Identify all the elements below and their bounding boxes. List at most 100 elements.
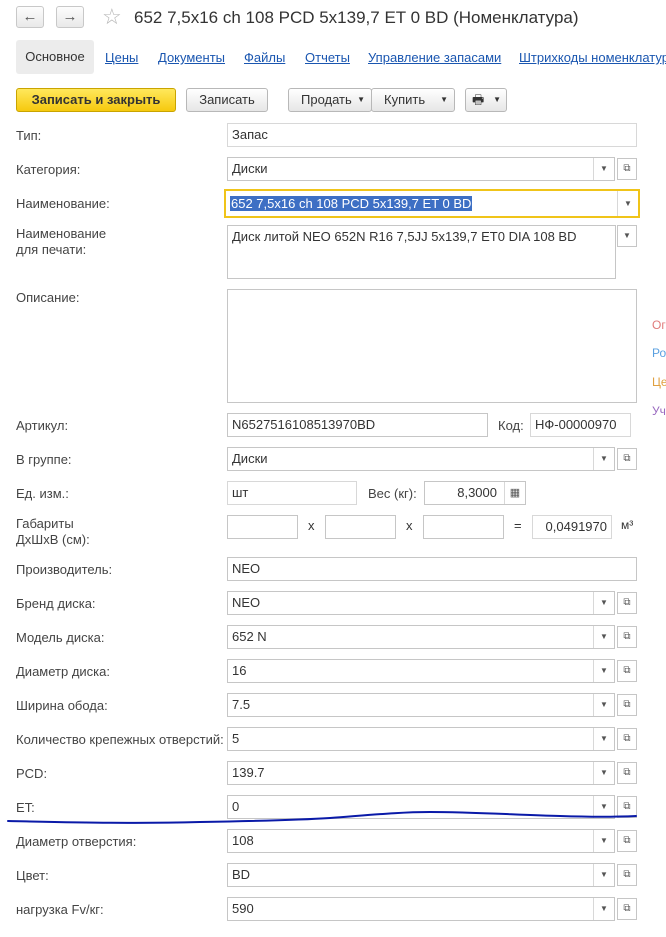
rim-width-value: 7.5 <box>232 697 251 712</box>
chevron-down-icon[interactable]: ▼ <box>593 660 614 682</box>
load-label: нагрузка Fv/кг: <box>16 902 104 917</box>
volume-field: 0,0491970 <box>532 515 612 539</box>
tab-documents[interactable]: Документы <box>158 50 225 65</box>
width-field[interactable] <box>325 515 396 539</box>
tab-barcodes[interactable]: Штрихкоды номенклатур <box>519 50 666 65</box>
print-button[interactable]: 🖶 ▼ <box>465 88 507 112</box>
volume-unit: м³ <box>621 518 634 532</box>
pcd-label: PCD: <box>16 766 48 781</box>
chevron-down-icon: ▼ <box>493 95 501 104</box>
category-field[interactable]: Диски ▼ <box>227 157 615 181</box>
tab-bar: Основное Цены Документы Файлы Отчеты Упр… <box>16 40 666 74</box>
forward-button[interactable]: → <box>56 6 84 28</box>
color-value: BD <box>232 867 251 882</box>
sell-label: Продать <box>301 92 352 107</box>
color-field[interactable]: BD ▼ <box>227 863 615 887</box>
tab-reports[interactable]: Отчеты <box>305 50 350 65</box>
chevron-down-icon[interactable]: ▼ <box>617 191 638 216</box>
open-icon[interactable]: ⧉ <box>617 762 637 784</box>
chevron-down-icon[interactable]: ▼ <box>593 694 614 716</box>
diameter-value: 16 <box>232 663 247 678</box>
arrow-right-icon: → <box>62 8 78 25</box>
hole-diameter-value: 108 <box>232 833 254 848</box>
weight-field[interactable]: 8,3000 ▦ <box>424 481 526 505</box>
chevron-down-icon[interactable]: ▼ <box>593 762 614 784</box>
hole-diameter-field[interactable]: 108 ▼ <box>227 829 615 853</box>
chevron-down-icon: ▼ <box>440 95 448 104</box>
holes-field[interactable]: 5 ▼ <box>227 727 615 751</box>
tab-main[interactable]: Основное <box>16 40 94 74</box>
chevron-down-icon[interactable]: ▼ <box>593 898 614 920</box>
description-field[interactable] <box>227 289 637 403</box>
height-field[interactable] <box>423 515 504 539</box>
description-label: Описание: <box>16 290 80 305</box>
annotation-underline <box>7 810 637 824</box>
tab-stock-management[interactable]: Управление запасами <box>368 50 501 65</box>
rim-width-label: Ширина обода: <box>16 698 108 713</box>
load-field[interactable]: 590 ▼ <box>227 897 615 921</box>
dims-x-1: x <box>308 518 315 533</box>
window-title: 652 7,5x16 ch 108 PCD 5x139,7 ET 0 BD (Н… <box>134 8 579 27</box>
print-name-field[interactable]: Диск литой NEO 652N R16 7,5JJ 5x139,7 ET… <box>227 225 616 279</box>
holes-value: 5 <box>232 731 240 746</box>
star-icon[interactable]: ☆ <box>102 4 122 30</box>
diameter-field[interactable]: 16 ▼ <box>227 659 615 683</box>
side-label-1[interactable]: Ог <box>652 318 666 332</box>
model-label: Модель диска: <box>16 630 105 645</box>
open-icon[interactable]: ⧉ <box>617 448 637 470</box>
buy-label: Купить <box>384 92 426 107</box>
article-field[interactable]: N6527516108513970BD <box>227 413 488 437</box>
name-value: 652 7,5x16 ch 108 PCD 5x139,7 ET 0 BD <box>230 196 473 211</box>
save-and-close-button[interactable]: Записать и закрыть <box>16 88 176 112</box>
chevron-down-icon[interactable]: ▼ <box>593 448 614 470</box>
open-icon[interactable]: ⧉ <box>617 626 637 648</box>
open-icon[interactable]: ⧉ <box>617 592 637 614</box>
group-field[interactable]: Диски ▼ <box>227 447 615 471</box>
open-icon[interactable]: ⧉ <box>617 728 637 750</box>
unit-label: Ед. изм.: <box>16 486 69 501</box>
chevron-down-icon[interactable]: ▼ <box>593 158 614 180</box>
chevron-down-icon[interactable]: ▼ <box>593 830 614 852</box>
back-button[interactable]: ← <box>16 6 44 28</box>
sell-button[interactable]: Продать ▼ <box>288 88 372 112</box>
tab-prices[interactable]: Цены <box>105 50 138 65</box>
brand-field[interactable]: NEO ▼ <box>227 591 615 615</box>
side-label-3[interactable]: Це <box>652 375 666 389</box>
unit-field[interactable]: шт <box>227 481 357 505</box>
model-value: 652 N <box>232 629 267 644</box>
pcd-field[interactable]: 139.7 ▼ <box>227 761 615 785</box>
tab-files[interactable]: Файлы <box>244 50 285 65</box>
article-label: Артикул: <box>16 418 69 433</box>
chevron-down-icon[interactable]: ▼ <box>617 225 637 247</box>
brand-value: NEO <box>232 595 261 610</box>
open-icon[interactable]: ⧉ <box>617 660 637 682</box>
open-icon[interactable]: ⧉ <box>617 830 637 852</box>
model-field[interactable]: 652 N ▼ <box>227 625 615 649</box>
open-icon[interactable]: ⧉ <box>617 864 637 886</box>
chevron-down-icon[interactable]: ▼ <box>593 626 614 648</box>
name-label: Наименование: <box>16 196 110 211</box>
rim-width-field[interactable]: 7.5 ▼ <box>227 693 615 717</box>
chevron-down-icon[interactable]: ▼ <box>593 728 614 750</box>
dims-label-1: Габариты <box>16 516 74 531</box>
open-icon[interactable]: ⧉ <box>617 694 637 716</box>
weight-value: 8,3000 <box>457 485 497 500</box>
length-field[interactable] <box>227 515 298 539</box>
code-field: НФ-00000970 <box>530 413 631 437</box>
manufacturer-field[interactable]: NEO <box>227 557 637 581</box>
chevron-down-icon[interactable]: ▼ <box>593 592 614 614</box>
print-name-label-1: Наименование <box>16 226 107 241</box>
chevron-down-icon[interactable]: ▼ <box>593 864 614 886</box>
group-label: В группе: <box>16 452 72 467</box>
save-button[interactable]: Записать <box>186 88 268 112</box>
buy-button[interactable]: Купить ▼ <box>371 88 455 112</box>
name-field[interactable]: 652 7,5x16 ch 108 PCD 5x139,7 ET 0 BD ▼ <box>224 189 640 218</box>
side-label-2[interactable]: Ро <box>652 346 666 360</box>
type-label: Тип: <box>16 128 42 143</box>
open-icon[interactable]: ⧉ <box>617 158 637 180</box>
calculator-icon[interactable]: ▦ <box>504 482 525 504</box>
side-label-4[interactable]: Уч <box>652 404 666 418</box>
open-icon[interactable]: ⧉ <box>617 898 637 920</box>
pcd-value: 139.7 <box>232 765 265 780</box>
load-value: 590 <box>232 901 254 916</box>
